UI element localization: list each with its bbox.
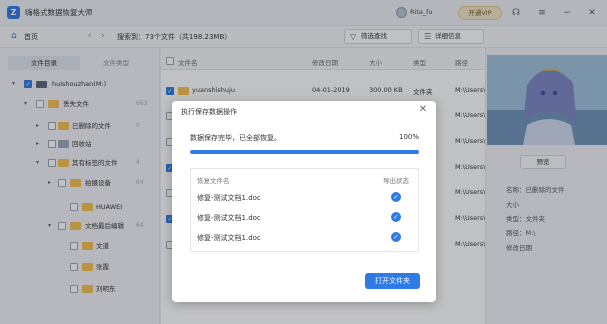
save-status-text: 数据保存完毕，已全部恢复。 — [190, 134, 281, 142]
dialog-close-icon[interactable]: ✕ — [418, 105, 428, 115]
progress-bar — [190, 150, 419, 154]
success-check-icon: ✓ — [391, 212, 401, 222]
dialog-title: 执行保存数据操作 — [181, 108, 237, 116]
progress-percent: 100% — [399, 133, 420, 141]
recovered-file-name: 修复-测试文档1.doc — [197, 194, 261, 202]
open-folder-button[interactable]: 打开文件夹 — [365, 273, 420, 289]
success-check-icon: ✓ — [391, 232, 401, 242]
recovered-file-name: 修复-测试文档1.doc — [197, 234, 261, 242]
recovered-file-name: 修复-测试文档1.doc — [197, 214, 261, 222]
progress-fill — [190, 150, 419, 154]
col-header-export-status: 导出状态 — [383, 177, 409, 185]
success-check-icon: ✓ — [391, 192, 401, 202]
col-header-recover-name: 恢复文件名 — [197, 177, 230, 185]
